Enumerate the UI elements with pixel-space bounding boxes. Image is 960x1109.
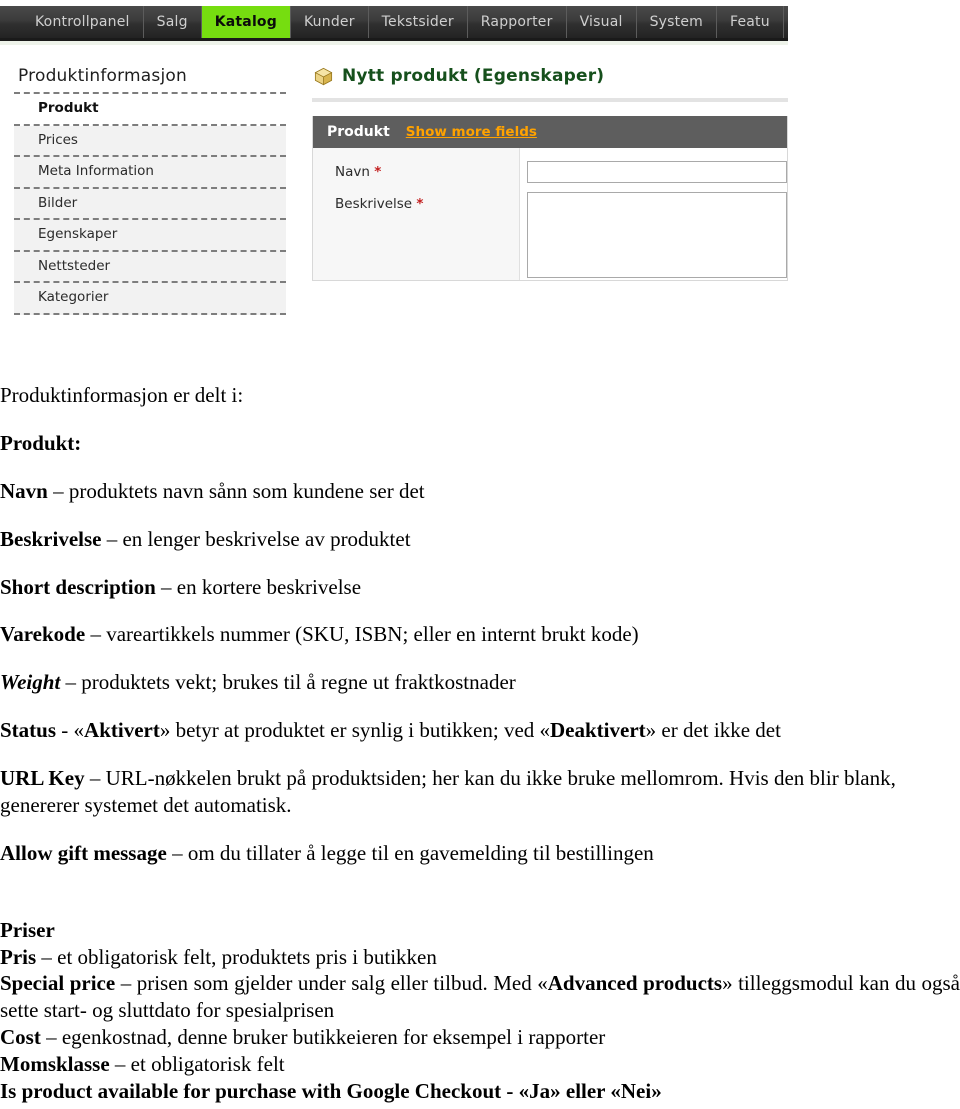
item-allow-gift-message-term: Allow gift message: [0, 840, 167, 865]
beskrivelse-label: Beskrivelse *: [335, 196, 519, 212]
sidebar-item-egenskaper[interactable]: Egenskaper: [14, 220, 286, 252]
embedded-screenshot: Kontrollpanel Salg Katalog Kunder Teksts…: [0, 0, 788, 330]
item-allow-gift-message: Allow gift message – om du tillater å le…: [0, 840, 960, 867]
navn-label: Navn *: [335, 164, 519, 180]
item-navn-rest: – produktets navn sånn som kundene ser d…: [47, 478, 425, 503]
panel-heading-text: Nytt produkt (Egenskaper): [342, 66, 605, 86]
item-short-description-term: Short description: [0, 574, 156, 599]
item-status-part3: » er det ikke det: [645, 718, 781, 743]
nav-left-spacer: [0, 6, 22, 38]
item-status-emph2: Deaktivert: [550, 718, 646, 743]
panel-heading: Nytt produkt (Egenskaper): [310, 66, 788, 86]
item-status-emph1: Aktivert: [84, 718, 160, 743]
sidebar-title: Produktinformasjon: [18, 66, 187, 86]
sidebar-item-nettsteder[interactable]: Nettsteder: [14, 251, 286, 284]
item-pris: Pris – et obligatorisk felt, produktets …: [0, 944, 960, 971]
intro-paragraph: Produktinformasjon er delt i:: [0, 383, 244, 407]
form-body: Navn * Beskrivelse *: [313, 148, 787, 280]
nav-tab-tekstsider[interactable]: Tekstsider: [369, 6, 468, 38]
navn-label-text: Navn: [335, 164, 370, 180]
item-momsklasse-rest: – et obligatorisk felt: [109, 1052, 285, 1076]
item-varekode-term: Varekode: [0, 622, 86, 647]
panel-divider: [312, 98, 788, 102]
new-product-panel: Nytt produkt (Egenskaper) Produkt Show m…: [310, 66, 788, 281]
nav-tab-rapporter[interactable]: Rapporter: [468, 6, 567, 38]
item-allow-gift-message-rest: – om du tillater å legge til en gavemeld…: [166, 840, 654, 865]
heading-produkt: Produkt:: [0, 430, 82, 455]
form-control-column: [520, 148, 787, 280]
item-url-key-rest: – URL-nøkkelen brukt på produktsiden; he…: [0, 766, 896, 817]
form-header: Produkt Show more fields: [313, 116, 787, 148]
item-weight-rest: – produktets vekt; brukes til å regne ut…: [60, 670, 516, 695]
navn-required-marker: *: [374, 164, 382, 180]
document-body: Produktinformasjon er delt i: Produkt: N…: [0, 330, 960, 1105]
sidebar-item-bilder[interactable]: Bilder: [14, 188, 286, 221]
item-url-key-term: URL Key: [0, 766, 85, 790]
sidebar-item-prices[interactable]: Prices: [14, 125, 286, 158]
item-cost-term: Cost: [0, 1025, 41, 1050]
item-short-description: Short description – en kortere beskrivel…: [0, 574, 960, 601]
nav-underline: [0, 41, 788, 45]
navn-input[interactable]: [527, 161, 787, 183]
item-google-checkout: Is product available for purchase with G…: [0, 1078, 960, 1105]
item-special-price: Special price – prisen som gjelder under…: [0, 970, 960, 1024]
item-beskrivelse-rest: – en lenger beskrivelse av produktet: [101, 526, 411, 551]
nav-tab-system[interactable]: System: [637, 6, 717, 38]
item-varekode-rest: – vareartikkels nummer (SKU, ISBN; eller…: [85, 622, 639, 647]
item-beskrivelse-term: Beskrivelse: [0, 526, 102, 551]
sidebar-list: Produkt Prices Meta Information Bilder E…: [14, 92, 286, 315]
cube-icon: [314, 67, 333, 85]
item-special-price-term: Special price: [0, 971, 116, 996]
nav-tab-features[interactable]: Featu: [717, 6, 784, 38]
heading-priser: Priser: [0, 917, 55, 942]
item-status: Status - «Aktivert» betyr at produktet e…: [0, 717, 960, 744]
item-weight-term: Weight: [0, 670, 61, 695]
item-special-price-part1: – prisen som gjelder under salg eller ti…: [115, 971, 548, 996]
form-header-title: Produkt: [327, 124, 390, 140]
item-google-checkout-term: Is product available for purchase with G…: [0, 1078, 502, 1103]
product-form: Produkt Show more fields Navn * Beskrive…: [312, 116, 788, 281]
sidebar-item-produkt[interactable]: Produkt: [14, 94, 286, 126]
nav-tab-kontrollpanel[interactable]: Kontrollpanel: [22, 6, 144, 38]
nav-tab-salg[interactable]: Salg: [144, 6, 202, 38]
item-cost: Cost – egenkostnad, denne bruker butikke…: [0, 1024, 960, 1051]
beskrivelse-textarea[interactable]: [527, 192, 787, 278]
item-beskrivelse: Beskrivelse – en lenger beskrivelse av p…: [0, 526, 960, 553]
show-more-fields-link[interactable]: Show more fields: [406, 124, 537, 140]
item-status-part1: - «: [56, 718, 85, 743]
item-google-checkout-rest: - «Ja» eller «Nei»: [501, 1078, 662, 1103]
item-cost-rest: – egenkostnad, denne bruker butikkeieren…: [40, 1025, 606, 1050]
item-url-key: URL Key – URL-nøkkelen brukt på produkts…: [0, 765, 960, 819]
beskrivelse-required-marker: *: [416, 196, 424, 212]
beskrivelse-label-text: Beskrivelse: [335, 196, 413, 212]
item-momsklasse: Momsklasse – et obligatorisk felt: [0, 1051, 960, 1078]
item-pris-rest: – et obligatorisk felt, produktets pris …: [36, 944, 437, 969]
item-navn-term: Navn: [0, 478, 48, 503]
item-status-term: Status: [0, 718, 57, 743]
item-special-price-emph1: Advanced products: [547, 971, 723, 996]
item-pris-term: Pris: [0, 944, 37, 969]
item-short-description-rest: – en kortere beskrivelse: [155, 574, 362, 599]
form-label-column: Navn * Beskrivelse *: [313, 148, 520, 280]
item-momsklasse-term: Momsklasse: [0, 1052, 110, 1076]
item-navn: Navn – produktets navn sånn som kundene …: [0, 478, 960, 505]
nav-tab-katalog[interactable]: Katalog: [201, 6, 291, 38]
top-navigation-bar: Kontrollpanel Salg Katalog Kunder Teksts…: [0, 6, 788, 41]
product-information-sidebar: Produktinformasjon Produkt Prices Meta I…: [14, 66, 286, 315]
item-varekode: Varekode – vareartikkels nummer (SKU, IS…: [0, 621, 960, 648]
sidebar-item-kategorier[interactable]: Kategorier: [14, 283, 286, 315]
nav-tab-visual[interactable]: Visual: [567, 6, 637, 38]
sidebar-item-meta-information[interactable]: Meta Information: [14, 157, 286, 189]
item-status-part2: » betyr at produktet er synlig i butikke…: [159, 718, 551, 743]
item-weight: Weight – produktets vekt; brukes til å r…: [0, 669, 960, 696]
nav-tab-kunder[interactable]: Kunder: [291, 6, 369, 38]
